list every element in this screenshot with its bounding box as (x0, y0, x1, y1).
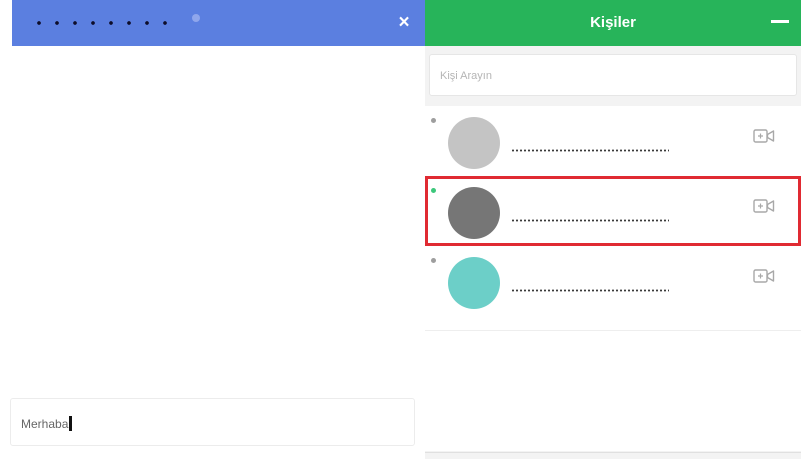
presence-indicator (431, 188, 436, 193)
contact-name-masked (511, 289, 669, 292)
contact-search-input[interactable] (438, 65, 782, 87)
close-chat-button[interactable]: × (393, 12, 415, 34)
video-camera-icon[interactable] (753, 128, 775, 144)
video-camera-icon[interactable] (753, 198, 775, 214)
avatar (448, 257, 500, 309)
chat-header: × (12, 0, 425, 46)
contacts-panel: Kişiler (425, 0, 801, 459)
message-input-text: Merhaba (21, 416, 73, 431)
contact-row[interactable] (425, 246, 801, 331)
contact-list (425, 106, 801, 451)
presence-indicator (431, 118, 436, 123)
chat-status-indicator (192, 14, 200, 22)
contact-row[interactable] (425, 106, 801, 176)
avatar (448, 187, 500, 239)
chat-window: × Merhaba (0, 0, 425, 459)
text-cursor (69, 416, 73, 431)
video-camera-icon[interactable] (753, 268, 775, 284)
minimize-button[interactable] (771, 20, 789, 23)
contact-search-box (429, 54, 797, 96)
presence-indicator (431, 258, 436, 263)
message-input[interactable]: Merhaba (10, 398, 415, 446)
contacts-header: Kişiler (425, 0, 801, 46)
contact-name-masked (511, 219, 669, 222)
contact-name-masked (511, 149, 669, 152)
contact-row-selected[interactable] (425, 176, 801, 246)
avatar (448, 117, 500, 169)
panel-divider (425, 452, 801, 453)
message-area (12, 46, 425, 391)
chat-contact-name-masked (30, 21, 170, 25)
contacts-title: Kişiler (590, 14, 636, 31)
